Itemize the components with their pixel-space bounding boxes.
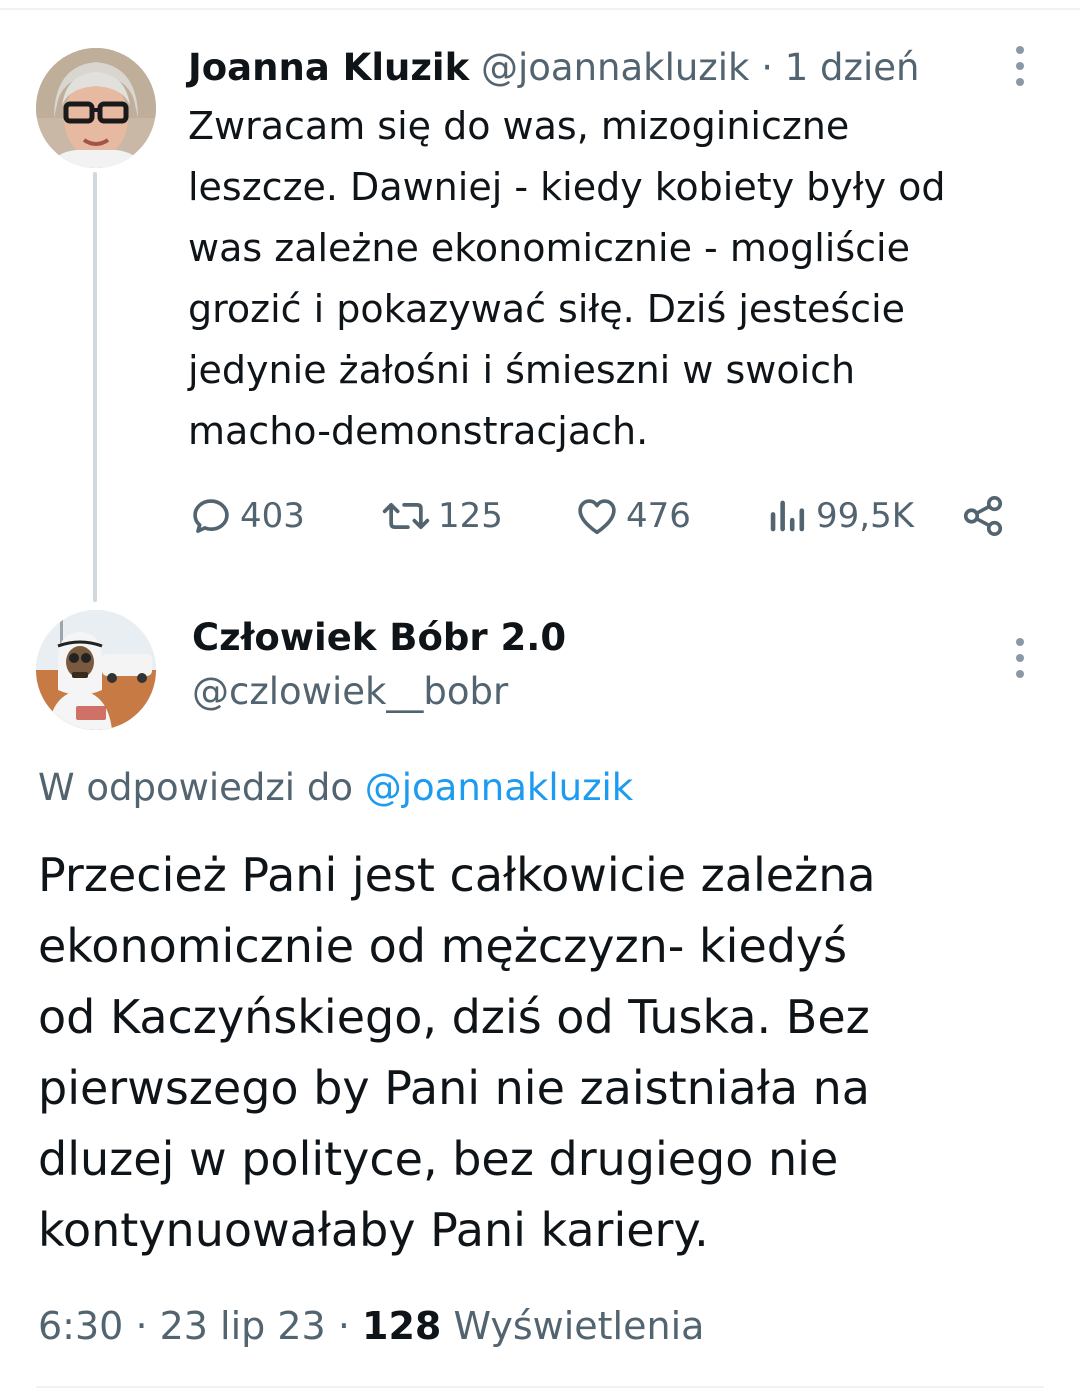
tweet1-text-line: macho-demonstracjach. xyxy=(188,409,649,453)
views-button[interactable]: 99,5K xyxy=(766,490,914,542)
tweet1-author-name[interactable]: Joanna Kluzik xyxy=(188,46,469,89)
avatar-czlowiek-bobr[interactable] xyxy=(36,610,156,730)
tweet1-actions: 403 125 476 99,5K xyxy=(188,490,1018,542)
avatar-joanna[interactable] xyxy=(36,48,156,168)
meta-separator: · xyxy=(337,1304,350,1348)
reply-to-handle-link[interactable]: @joannakluzik xyxy=(365,766,633,809)
tweet2-author-name[interactable]: Człowiek Bóbr 2.0 xyxy=(192,612,566,664)
tweet1-header: Joanna Kluzik @joannakluzik · 1 dzień xyxy=(188,40,988,96)
tweet1-text-line: Zwracam się do was, mizoginiczne xyxy=(188,104,850,148)
tweet2-meta: 6:30 · 23 lip 23 · 128 Wyświetlenia xyxy=(38,1300,704,1352)
tweet2-text-line: kontynuowałaby Pani kariery. xyxy=(38,1203,709,1257)
retweet-button[interactable]: 125 xyxy=(380,490,503,542)
retweet-icon xyxy=(382,503,430,529)
reply-to-prefix: W odpowiedzi do xyxy=(38,766,353,809)
tweet2-text-line: pierwszego by Pani nie zaistniała na xyxy=(38,1061,870,1115)
reply-button[interactable]: 403 xyxy=(188,490,305,542)
tweet2-text-line: ekonomicznie od mężczyzn- kiedyś xyxy=(38,919,848,973)
tweet1-time[interactable]: 1 dzień xyxy=(785,46,920,89)
tweet1-author-handle[interactable]: @joannakluzik xyxy=(481,46,749,89)
like-button[interactable]: 476 xyxy=(574,490,691,542)
top-divider xyxy=(0,8,1080,10)
tweet1-text-line: jedynie żałośni i śmieszni w swoich xyxy=(188,348,856,392)
views-count: 99,5K xyxy=(816,496,914,536)
like-count: 476 xyxy=(626,496,691,536)
tweet1-text-line: was zależne ekonomicznie - mogliście xyxy=(188,226,910,270)
tweet2-text-line: Przecież Pani jest całkowicie zależna xyxy=(38,848,876,902)
reply-count: 403 xyxy=(240,496,305,536)
meta-separator: · xyxy=(135,1304,148,1348)
retweet-count: 125 xyxy=(438,496,503,536)
reply-to-line: W odpowiedzi do @joannakluzik xyxy=(38,762,633,814)
bottom-divider xyxy=(36,1386,1044,1388)
tweet1-text-line: leszcze. Dawniej - kiedy kobiety były od xyxy=(188,165,946,209)
tweet2-time[interactable]: 6:30 xyxy=(38,1304,123,1348)
tweet2-views-count: 128 xyxy=(362,1304,442,1348)
tweet2-views-label: Wyświetlenia xyxy=(453,1304,705,1348)
tweet2-date[interactable]: 23 lip 23 xyxy=(160,1304,326,1348)
tweet1-text-line: grozić i pokazywać siłę. Dziś jesteście xyxy=(188,287,906,331)
share-icon xyxy=(963,495,1003,537)
reply-icon xyxy=(193,499,229,533)
tweet2-author-handle[interactable]: @czlowiek__bobr xyxy=(192,666,508,718)
thread-line xyxy=(93,172,97,602)
tweet1-more-icon[interactable] xyxy=(1005,36,1035,96)
tweet1-separator: · xyxy=(761,46,773,89)
share-button[interactable] xyxy=(960,490,1006,542)
tweet1-text: Zwracam się do was, mizoginiczne leszcze… xyxy=(188,96,1018,462)
heart-icon xyxy=(578,499,616,535)
tweet2-text-line: dluzej w polityce, bez drugiego nie xyxy=(38,1132,839,1186)
tweet2-text: Przecież Pani jest całkowicie zależna ek… xyxy=(38,840,1038,1266)
views-chart-icon xyxy=(770,500,805,532)
tweet2-more-icon[interactable] xyxy=(1005,628,1035,688)
tweet2-text-line: od Kaczyńskiego, dziś od Tuska. Bez xyxy=(38,990,870,1044)
